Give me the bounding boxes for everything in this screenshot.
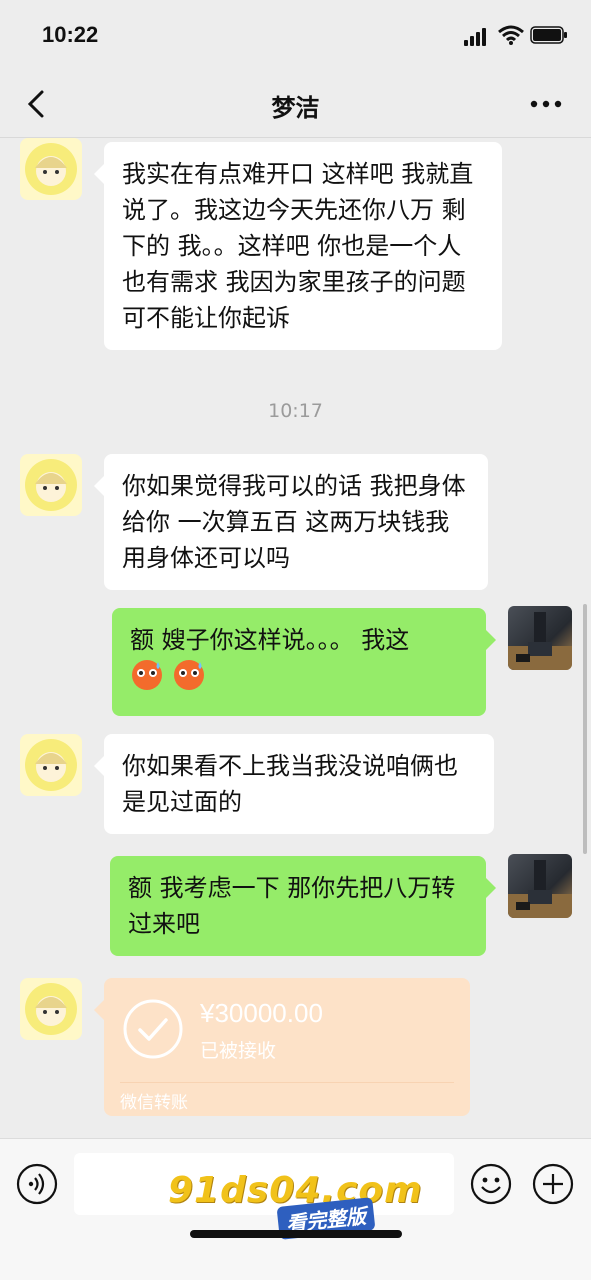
message-bubble-incoming[interactable]: 你如果看不上我当我没说咱俩也是见过面的 [94, 734, 494, 834]
battery-icon [530, 26, 567, 44]
transfer-card[interactable]: ¥30000.00 已被接收 微信转账 [94, 978, 470, 1116]
transfer-amount: ¥30000.00 [200, 998, 323, 1028]
message-text: 额 嫂子你这样说。。。 我这 [130, 626, 410, 654]
user-avatar-icon [508, 612, 572, 670]
contact-avatar[interactable] [20, 138, 82, 200]
sweat-emoji-icon [172, 658, 206, 702]
status-time: 10:22 [42, 22, 99, 47]
user-avatar-icon [508, 860, 572, 918]
cellular-signal-icon [464, 28, 486, 46]
wifi-icon [498, 25, 524, 45]
status-bar: 10:22 [0, 0, 591, 70]
voice-icon[interactable] [16, 1163, 58, 1205]
sweat-emoji-icon [130, 658, 164, 702]
message-bubble-incoming[interactable]: 我实在有点难开口 这样吧 我就直说了。我这边今天先还你八万 剩下的 我。。这样吧… [94, 142, 502, 350]
contact-avatar[interactable] [20, 978, 82, 1040]
contact-avatar-icon [25, 459, 77, 511]
scrollbar[interactable] [583, 604, 587, 854]
emoji-icon[interactable] [470, 1163, 512, 1205]
transfer-status: 已被接收 [200, 1040, 277, 1062]
transfer-divider [120, 1082, 454, 1083]
more-icon[interactable] [526, 94, 566, 114]
contact-avatar[interactable] [20, 734, 82, 796]
user-avatar[interactable] [508, 854, 572, 918]
contact-avatar[interactable] [20, 454, 82, 516]
contact-avatar-icon [25, 983, 77, 1035]
contact-avatar-icon [25, 143, 77, 195]
message-timestamp: 10:17 [268, 400, 323, 422]
message-bubble-incoming[interactable]: 你如果觉得我可以的话 我把身体给你 一次算五百 这两万块钱我用身体还可以吗 [94, 454, 488, 590]
chat-header: 梦洁 [0, 70, 591, 138]
checkmark-circle-icon [123, 999, 183, 1059]
home-indicator [190, 1230, 402, 1238]
message-bubble-outgoing[interactable]: 额 我考虑一下 那你先把八万转过来吧 [110, 856, 496, 956]
user-avatar[interactable] [508, 606, 572, 670]
contact-avatar-icon [25, 739, 77, 791]
message-bubble-outgoing[interactable]: 额 嫂子你这样说。。。 我这 [112, 608, 496, 716]
transfer-footer-label: 微信转账 [120, 1093, 188, 1113]
chat-title: 梦洁 [271, 94, 320, 122]
plus-icon[interactable] [532, 1163, 574, 1205]
